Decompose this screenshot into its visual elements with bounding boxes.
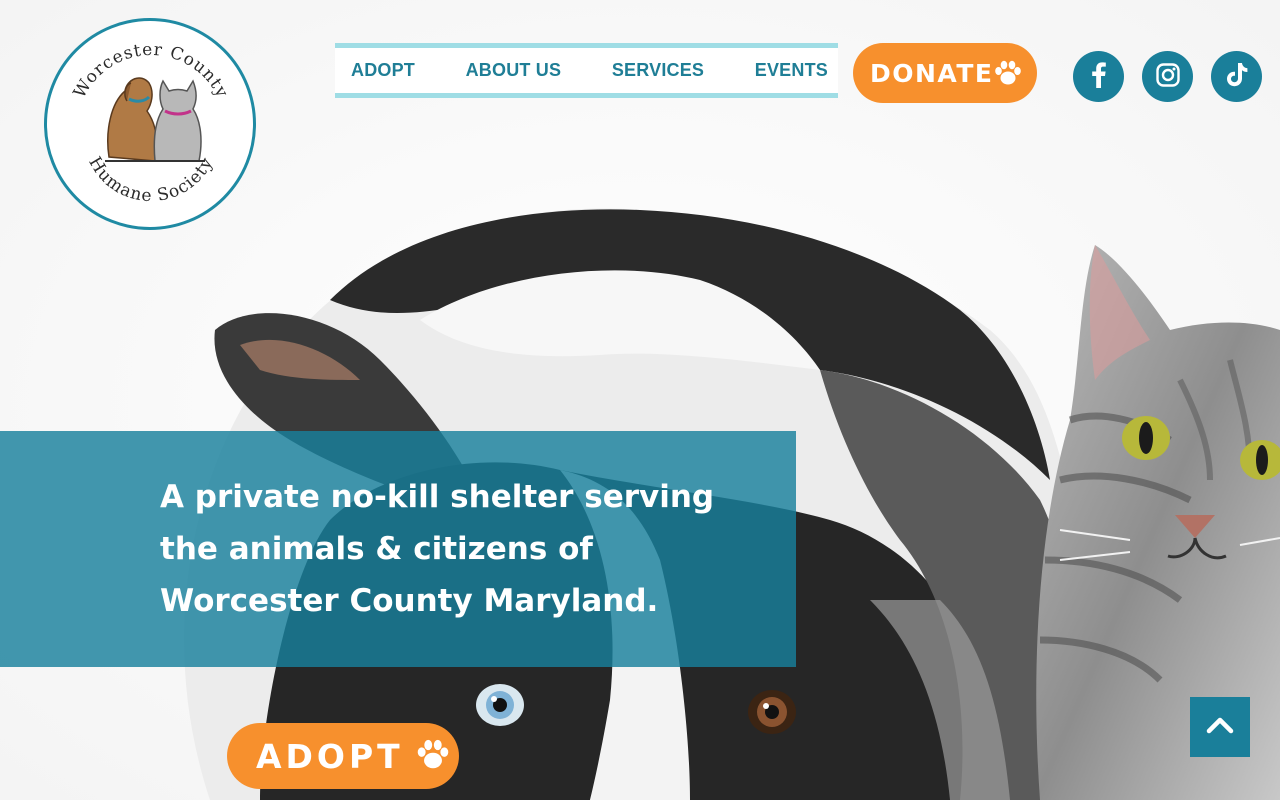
nav-item-events[interactable]: EVENTS <box>755 60 828 81</box>
donate-button[interactable]: DONATE <box>853 43 1037 103</box>
hero-tagline: A private no-kill shelter serving the an… <box>160 479 715 619</box>
paw-icon <box>994 60 1022 90</box>
back-to-top-button[interactable] <box>1190 697 1250 757</box>
instagram-button[interactable] <box>1142 51 1193 102</box>
donate-label: DONATE <box>870 58 994 88</box>
facebook-icon <box>1091 61 1106 92</box>
adopt-cta-label: ADOPT <box>256 736 404 776</box>
facebook-button[interactable] <box>1073 51 1124 102</box>
tagline-band: A private no-kill shelter serving the an… <box>0 431 796 667</box>
paw-icon <box>416 739 450 774</box>
nav-item-about-us[interactable]: ABOUT US <box>466 60 562 81</box>
adopt-cta-button[interactable]: ADOPT <box>227 723 459 789</box>
tiktok-button[interactable] <box>1211 51 1262 102</box>
chevron-up-icon <box>1206 716 1234 738</box>
instagram-icon <box>1155 62 1180 91</box>
site-logo[interactable]: Worcester County Humane Society <box>44 18 256 230</box>
tiktok-icon <box>1226 62 1248 91</box>
main-nav: ADOPT ABOUT US SERVICES EVENTS <box>335 43 838 98</box>
nav-item-services[interactable]: SERVICES <box>612 60 704 81</box>
nav-item-adopt[interactable]: ADOPT <box>351 60 415 81</box>
